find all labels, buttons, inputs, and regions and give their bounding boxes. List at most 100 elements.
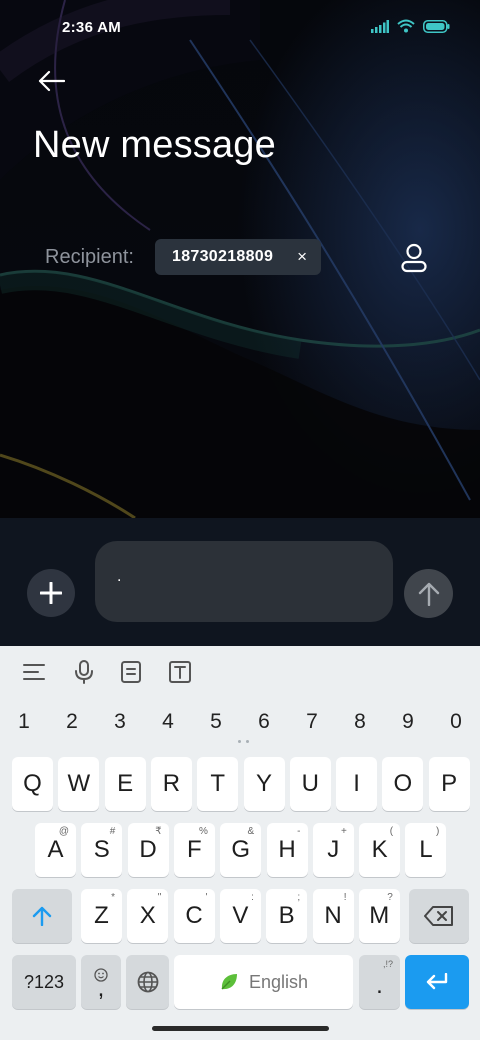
letter-key[interactable]: P [428,757,470,811]
voice-input-button[interactable] [72,660,96,684]
key-label: L [419,836,433,863]
back-arrow-icon [38,70,65,92]
backspace-key[interactable] [409,889,469,943]
number-key[interactable]: 9 [393,710,423,734]
letter-key[interactable]: ) L [405,823,447,877]
letter-key[interactable]: T [197,757,239,811]
letter-key[interactable]: I [336,757,378,811]
number-key[interactable]: 1 [9,710,39,734]
back-button[interactable] [34,64,68,98]
number-key[interactable]: 2 [57,710,87,734]
letter-key[interactable]: E [104,757,146,811]
number-key[interactable]: 8 [345,710,375,734]
key-label: C [185,902,203,929]
key-label: N [324,902,342,929]
plus-icon [40,582,62,604]
key-hint: ' [205,892,208,903]
letter-key[interactable]: # S [81,823,123,877]
remove-recipient-button[interactable]: × [297,247,307,267]
key-hint: @ [58,826,69,837]
backspace-icon [424,906,453,926]
key-hint: ( [389,826,394,837]
period-key[interactable]: ,!? . [359,955,400,1009]
key-hint: - [297,826,301,837]
key-hint: * [111,892,115,903]
number-key[interactable]: 0 [441,710,471,734]
letter-key[interactable]: (K [359,823,401,877]
recipient-chip-number: 18730218809 [172,248,274,265]
language-key[interactable] [126,955,169,1009]
battery-icon [423,19,450,38]
comma-key[interactable]: , [81,955,121,1009]
key-label: S [93,836,110,863]
key-label: H [278,836,296,863]
space-key-label: English [248,971,309,992]
key-hint: & [247,826,255,837]
key-hint: : [251,892,254,903]
letter-key[interactable]: ₹ D [127,823,169,877]
number-key[interactable]: 4 [153,710,183,734]
enter-arrow-icon [426,973,448,990]
letter-key[interactable]: ? M [358,889,400,943]
clipboard-button[interactable] [119,660,143,684]
microphone-icon [75,660,93,684]
letter-key[interactable]: R [150,757,192,811]
key-label: Y [255,770,272,797]
letter-key[interactable]: ' C [173,889,215,943]
key-hint: + [340,826,347,837]
key-label: W [67,770,91,797]
letter-key[interactable]: + J [312,823,354,877]
letter-key[interactable]: @ A [35,823,76,877]
letter-key[interactable]: Q [12,757,53,811]
letter-key[interactable]: -H [266,823,308,877]
shift-key[interactable] [12,889,72,943]
letter-key[interactable]: Y [243,757,285,811]
status-icons [371,19,450,38]
text-box-icon [169,661,191,683]
menu-lines-icon [23,664,45,680]
key-label: V [232,902,249,929]
symbols-key-label: ?123 [23,971,65,992]
key-label: R [162,770,181,797]
key-label: U [301,770,319,797]
letter-key[interactable]: O [382,757,424,811]
globe-icon [137,971,158,993]
number-key[interactable]: 6 [249,710,279,734]
key-label: D [139,836,157,863]
letter-key[interactable]: ; B [266,889,308,943]
letter-key[interactable]: & G [220,823,262,877]
space-key[interactable]: English [174,955,353,1009]
key-hint: ! [343,892,347,903]
symbols-key[interactable]: ?123 [12,955,76,1009]
key-label: M [369,902,390,929]
number-key[interactable]: 5 [201,710,231,734]
letter-key[interactable]: " X [127,889,169,943]
letter-key[interactable]: ! N [312,889,354,943]
status-bar: 2:36 AM [0,0,480,56]
letter-key[interactable]: * Z [81,889,122,943]
key-hint: ₹ [155,826,162,837]
contact-icon [401,243,427,273]
keyboard-menu-button[interactable] [22,660,46,684]
home-indicator[interactable] [152,1026,329,1031]
number-key[interactable]: 3 [105,710,135,734]
select-contact-button[interactable] [396,240,432,276]
message-input[interactable]: . [95,541,393,622]
key-label: K [371,836,388,863]
enter-key[interactable] [405,955,469,1009]
letter-key[interactable]: % F [173,823,215,877]
letter-key[interactable]: U [289,757,331,811]
key-label: J [327,836,340,863]
letter-key[interactable]: :V [219,889,261,943]
key-label: B [278,902,295,929]
add-attachment-button[interactable] [27,569,75,617]
recipient-chip[interactable]: 18730218809 × [155,239,321,275]
keyboard-toolbar [0,646,480,698]
send-button[interactable] [404,569,453,618]
text-format-button[interactable] [168,660,192,684]
key-hint: " [157,892,162,903]
number-key[interactable]: 7 [297,710,327,734]
key-label: I [353,770,360,797]
letter-key[interactable]: W [58,757,100,811]
key-hint: ; [297,892,301,903]
